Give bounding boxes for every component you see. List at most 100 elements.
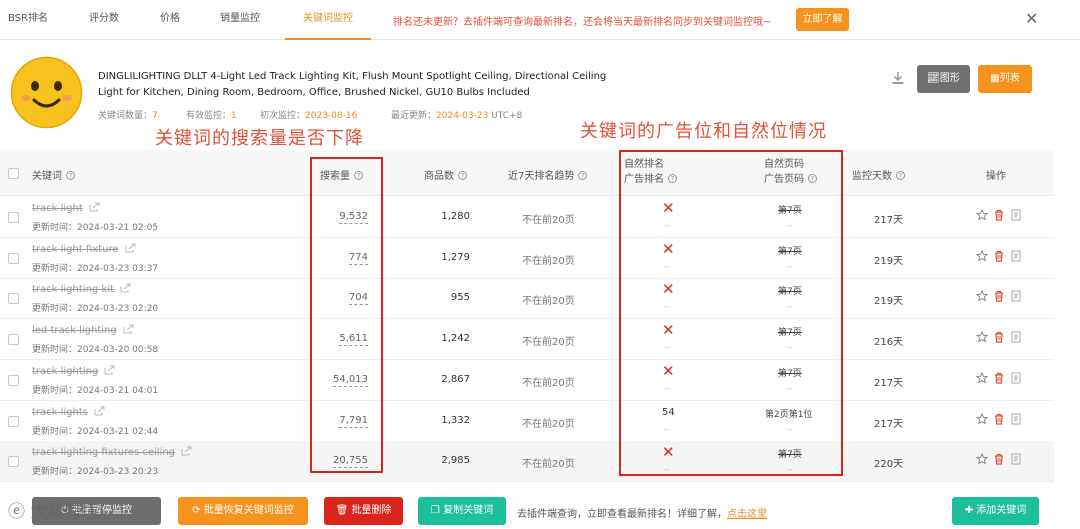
list-icon: ▦ — [990, 73, 1000, 84]
external-link-icon[interactable] — [125, 243, 136, 253]
row-checkbox[interactable] — [8, 252, 19, 264]
table-row: track lighting 更新时间：2024-03-21 04:01 54,01… — [0, 360, 1054, 401]
row-checkbox[interactable] — [8, 212, 19, 223]
learn-now-button[interactable]: 立即了解 — [796, 8, 849, 31]
monitor-days: 216天 — [874, 337, 904, 349]
annotation-ad-natural: 关键词的广告位和自然位情况 — [580, 121, 827, 142]
note-icon[interactable] — [1010, 372, 1022, 384]
trash-icon[interactable] — [993, 250, 1005, 262]
tab-price[interactable]: 价格 — [160, 0, 180, 40]
table-row: track lighting fixtures ceiling 更新时间：2024… — [0, 441, 1054, 483]
row-checkbox[interactable] — [8, 374, 19, 386]
rank-trend: 不在前20页 — [522, 377, 575, 389]
help-icon[interactable]: ? — [896, 171, 905, 180]
batch-restore-button[interactable]: ⟳ 批量恢复关键词监控 — [178, 497, 308, 525]
external-link-icon[interactable] — [123, 324, 134, 334]
external-link-icon[interactable] — [104, 365, 115, 375]
batch-delete-button[interactable]: 🗑︎ 批量删除 — [324, 497, 403, 525]
rank-trend: 不在前20页 — [522, 418, 575, 430]
trash-icon[interactable] — [993, 290, 1005, 302]
update-time: 更新时间：2024-03-23 20:23 — [32, 467, 159, 478]
table-row: track lighting kit 更新时间：2024-03-23 02:20 7… — [0, 278, 1054, 320]
row-actions — [975, 208, 1027, 224]
keyword-text[interactable]: track lighting kit — [32, 283, 131, 295]
keyword-text[interactable]: led track lighting — [32, 324, 134, 336]
header-trend: 近7天排名趋势? — [508, 167, 588, 182]
smiley-avatar-icon — [10, 56, 83, 129]
trash-icon[interactable] — [993, 413, 1005, 425]
trash-icon[interactable] — [993, 372, 1005, 384]
header-ops: 操作 — [986, 171, 1006, 182]
header-days[interactable]: 监控天数? — [852, 167, 905, 182]
highlight-volume-column — [310, 157, 383, 473]
star-icon[interactable] — [975, 371, 989, 384]
star-icon[interactable] — [975, 330, 989, 343]
copy-keywords-button[interactable]: ❐ 复制关键词 — [418, 497, 506, 525]
star-icon[interactable] — [975, 412, 989, 425]
row-checkbox[interactable] — [8, 293, 19, 305]
keyword-text[interactable]: track lights — [32, 406, 105, 418]
keyword-text[interactable]: track lighting — [32, 365, 115, 377]
tab-keyword-monitor[interactable]: 关键词监控 — [285, 0, 371, 40]
external-link-icon[interactable] — [181, 446, 192, 456]
update-time: 更新时间：2024-03-23 02:20 — [32, 304, 159, 315]
keyword-text[interactable]: track lighting fixtures ceiling — [32, 446, 192, 458]
close-icon[interactable]: ✕ — [1025, 9, 1038, 28]
star-icon[interactable] — [975, 452, 989, 465]
tab-sales-monitor[interactable]: 销量监控 — [220, 0, 260, 40]
goods-count: 2,867 — [441, 373, 470, 385]
keyword-text[interactable]: track light fixture — [32, 243, 136, 255]
row-actions — [975, 371, 1027, 387]
star-icon[interactable] — [975, 208, 989, 221]
help-icon[interactable]: ? — [458, 171, 467, 180]
trash-icon[interactable] — [993, 331, 1005, 343]
row-checkbox[interactable] — [8, 456, 19, 468]
update-time: 更新时间：2024-03-21 02:05 — [32, 223, 159, 233]
update-time: 更新时间：2024-03-23 03:37 — [32, 263, 159, 274]
note-icon[interactable] — [1010, 290, 1022, 302]
note-icon[interactable] — [1010, 331, 1022, 343]
monitor-days: 219天 — [874, 255, 904, 267]
click-here-link[interactable]: 点击这里 — [727, 509, 767, 520]
product-title: DINGLILIGHTING DLLT 4-Light Led Track Li… — [98, 71, 607, 98]
tab-review-count[interactable]: 评分数 — [89, 0, 119, 40]
note-icon[interactable] — [1010, 453, 1022, 465]
note-icon[interactable] — [1010, 250, 1022, 262]
watermark: ⓔ 大数跨境 — [8, 502, 99, 522]
row-actions — [975, 412, 1027, 428]
annotation-search-volume: 关键词的搜索量是否下降 — [155, 128, 364, 149]
external-link-icon[interactable] — [120, 283, 131, 293]
list-view-button[interactable]: ▦列表 — [978, 65, 1032, 93]
header-keyword: 关键词? — [32, 167, 75, 182]
trash-icon[interactable] — [993, 453, 1005, 465]
trash-icon[interactable] — [993, 209, 1005, 221]
monitor-days: 219天 — [874, 296, 904, 308]
note-icon[interactable] — [1010, 413, 1022, 425]
chart-icon: 📈︎ — [927, 73, 940, 84]
row-checkbox[interactable] — [8, 334, 19, 346]
keyword-text[interactable]: track light — [32, 202, 100, 214]
row-actions — [975, 290, 1027, 305]
external-link-icon[interactable] — [94, 406, 105, 416]
star-icon[interactable] — [975, 290, 989, 302]
star-icon[interactable] — [975, 249, 989, 262]
help-icon[interactable]: ? — [578, 171, 588, 180]
select-all-checkbox[interactable] — [8, 168, 19, 179]
meta-first-monitor: 初次监控：2023-08-16 — [260, 111, 358, 121]
row-actions — [975, 330, 1027, 346]
goods-count: 1,279 — [441, 251, 470, 263]
chart-view-button[interactable]: 📈︎图形 — [917, 65, 970, 93]
monitor-days: 217天 — [874, 215, 904, 226]
help-icon[interactable]: ? — [66, 171, 75, 180]
header-goods[interactable]: 商品数? — [424, 167, 467, 182]
download-icon[interactable] — [891, 71, 905, 85]
plus-icon: ✚ — [964, 505, 977, 516]
rank-trend: 不在前20页 — [522, 337, 575, 349]
update-time: 更新时间：2024-03-20 00:58 — [32, 345, 159, 356]
row-checkbox[interactable] — [8, 415, 19, 427]
external-link-icon[interactable] — [89, 202, 100, 212]
meta-last-update: 最近更新：2024-03-23 UTC+8 — [391, 111, 523, 121]
tab-bsr-rank[interactable]: BSR排名 — [8, 0, 48, 40]
add-keyword-button[interactable]: ✚ 添加关键词 — [952, 497, 1039, 525]
note-icon[interactable] — [1010, 209, 1022, 221]
